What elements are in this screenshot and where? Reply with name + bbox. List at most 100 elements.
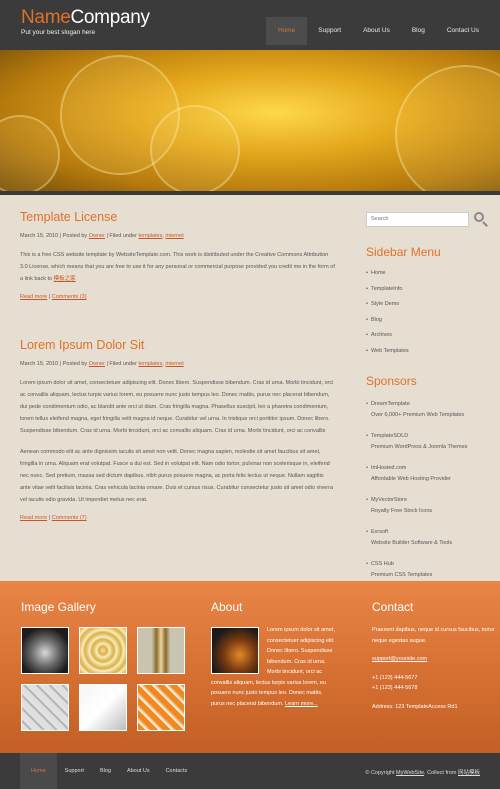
comments-link[interactable]: Comments (7) [52, 515, 87, 521]
footer-widgets: Image Gallery About Lorem ipsum dolor si… [0, 581, 500, 753]
search-icon[interactable] [473, 211, 489, 227]
sidebar-item-archives[interactable]: Archives [366, 332, 491, 338]
nav-blog[interactable]: Blog [401, 17, 436, 45]
banner-top-edge [0, 45, 500, 50]
sponsor-item[interactable]: ImHosted.com Affordable Web Hosting Provi… [366, 463, 491, 485]
posted-by-label: Posted by [62, 361, 88, 367]
bottom-nav-contacts[interactable]: Contacts [158, 753, 196, 789]
copyright-site-link[interactable]: MyWebSite [396, 770, 424, 776]
gallery-title: Image Gallery [21, 600, 96, 614]
sponsor-desc: Over 6,000+ Premium Web Templates [371, 411, 465, 418]
bottom-nav: Home Support Blog About Us Contacts [20, 753, 195, 789]
sponsor-desc: Affordable Web Hosting Provider [371, 475, 451, 482]
contact-info: Praesent dapibus, neque id cursus faucib… [372, 625, 497, 720]
about-title: About [211, 600, 243, 614]
top-nav: Home Support About Us Blog Contact Us [265, 17, 490, 45]
category-link[interactable]: templates [138, 361, 162, 367]
nav-contact-us[interactable]: Contact Us [436, 17, 490, 45]
sidebar-item-home[interactable]: Home [366, 270, 491, 276]
about-text: Lorem ipsum dolor sit amet, consectetuer… [211, 625, 336, 709]
bottom-bar: Home Support Blog About Us Contacts © Co… [0, 753, 500, 789]
post-text: Aenean commodo elit ac ante dignissim ia… [20, 449, 334, 503]
sponsor-desc: Royalty Free Stock Icons [371, 507, 433, 514]
post: Template License March 15, 2010 | Posted… [20, 210, 335, 300]
header: NameCompany Put your best slogan here Ho… [0, 0, 500, 45]
post-links: Read more | Comments (3) [20, 294, 87, 300]
post-meta: March 15, 2010 | Posted by Owner | Filed… [20, 233, 184, 239]
sponsor-name[interactable]: ImHosted.com [371, 465, 406, 471]
category-link[interactable]: internet [165, 361, 183, 367]
learn-more-link[interactable]: Learn more... [285, 701, 318, 707]
sidebar-menu: Home TemplateInfo Style Demo Blog Archiv… [366, 270, 491, 354]
nav-support[interactable]: Support [307, 17, 352, 45]
post-author-link[interactable]: Owner [89, 233, 105, 239]
gallery-thumb-orange-keys[interactable] [137, 684, 185, 731]
sponsor-item[interactable]: DreamTemplate Over 6,000+ Premium Web Tem… [366, 399, 491, 421]
search-box [366, 211, 491, 227]
gallery-thumb-ornament[interactable] [79, 627, 127, 674]
filed-under-label: Filed under [109, 361, 137, 367]
main-content: Template License March 15, 2010 | Posted… [20, 210, 335, 549]
sponsor-item[interactable]: TemplateSOLD Premium WordPress & Joomla T… [366, 431, 491, 453]
bottom-nav-home[interactable]: Home [20, 753, 57, 789]
credit-link[interactable]: 模板之家 [54, 276, 76, 282]
contact-title: Contact [372, 600, 414, 614]
sponsor-name[interactable]: MyVectorStore [371, 497, 407, 503]
banner-bottom-edge [0, 191, 500, 195]
logo-name: Name [21, 7, 71, 28]
sponsor-item[interactable]: CSS Hub Premium CSS Templates [366, 559, 491, 581]
site-logo[interactable]: NameCompany [21, 8, 150, 27]
read-more-link[interactable]: Read more [20, 294, 47, 300]
category-link[interactable]: templates [138, 233, 162, 239]
sidebar-item-web-templates[interactable]: Web Templates [366, 348, 491, 354]
sponsor-item[interactable]: MyVectorStore Royalty Free Stock Icons [366, 495, 491, 517]
sponsor-name[interactable]: CSS Hub [371, 561, 394, 567]
read-more-link[interactable]: Read more [20, 515, 47, 521]
sidebar-menu-title: Sidebar Menu [366, 245, 441, 259]
sponsors-title: Sponsors [366, 373, 417, 388]
sidebar-item-templateinfo[interactable]: TemplateInfo [366, 286, 491, 292]
sponsor-item[interactable]: Evrsoft Website Builder Software & Tools [366, 527, 491, 549]
contact-phone: +1 (123) 444-5677 [372, 674, 418, 681]
sponsor-name[interactable]: Evrsoft [371, 529, 388, 535]
sponsor-name[interactable]: TemplateSOLD [371, 433, 408, 439]
bottom-nav-support[interactable]: Support [57, 753, 92, 789]
posted-by-label: Posted by [62, 233, 88, 239]
post-meta: March 15, 2010 | Posted by Owner | Filed… [20, 361, 184, 367]
about-image-spacer [211, 625, 267, 677]
nav-about-us[interactable]: About Us [352, 17, 401, 45]
sponsor-desc: Website Builder Software & Tools [371, 539, 453, 546]
nav-home[interactable]: Home [265, 17, 308, 45]
sponsor-desc: Premium WordPress & Joomla Themes [371, 443, 468, 450]
banner-bokeh [150, 105, 240, 195]
contact-text: Praesent dapibus, neque id cursus faucib… [372, 627, 495, 644]
sidebar-item-style-demo[interactable]: Style Demo [366, 301, 491, 307]
comments-link[interactable]: Comments (3) [52, 294, 87, 300]
search-input[interactable] [366, 211, 469, 227]
contact-email-link[interactable]: support@yoursite.com [372, 656, 427, 662]
gallery-thumb-keyboard[interactable] [21, 684, 69, 731]
banner-bokeh [395, 65, 500, 195]
copyright-mid: . Collect from [424, 770, 457, 776]
post-author-link[interactable]: Owner [89, 361, 105, 367]
gallery-thumb-hourglass[interactable] [137, 627, 185, 674]
bottom-nav-about-us[interactable]: About Us [119, 753, 158, 789]
post-body: This is a free CSS website template by W… [20, 249, 335, 285]
sidebar: Sidebar Menu Home TemplateInfo Style Dem… [366, 211, 491, 591]
post-text: Lorem ipsum dolor sit amet, consectetuer… [20, 380, 334, 434]
header-banner-image [0, 45, 500, 195]
logo-company: Company [70, 7, 150, 28]
bottom-nav-blog[interactable]: Blog [92, 753, 119, 789]
copyright-collect-link[interactable]: 网站模板 [458, 770, 480, 776]
post: Lorem Ipsum Dolor Sit March 15, 2010 | P… [20, 338, 335, 521]
post-title[interactable]: Lorem Ipsum Dolor Sit [20, 338, 335, 352]
gallery-thumb-sphere[interactable] [21, 627, 69, 674]
gallery-thumb-paper[interactable] [79, 684, 127, 731]
sponsor-name[interactable]: DreamTemplate [371, 401, 410, 407]
sidebar-item-blog[interactable]: Blog [366, 317, 491, 323]
post-title[interactable]: Template License [20, 210, 335, 224]
contact-address: Address: 123 TemplateAccess Rd1 [372, 703, 458, 710]
filed-under-label: Filed under [109, 233, 137, 239]
category-link[interactable]: internet [165, 233, 183, 239]
post-date: March 15, 2010 [20, 233, 59, 239]
